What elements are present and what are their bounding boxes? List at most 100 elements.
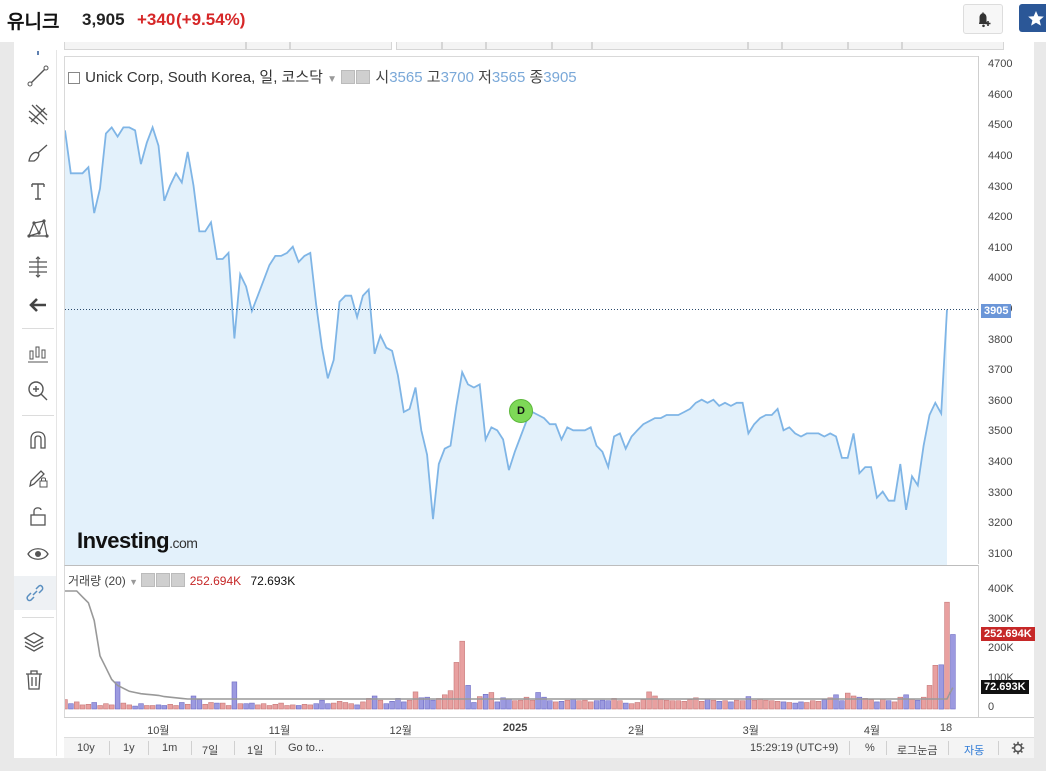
range-1m-button[interactable]: 1m xyxy=(162,742,177,754)
volume-bar xyxy=(552,701,559,710)
volume-bar xyxy=(395,698,401,710)
trend-line-icon xyxy=(27,65,49,87)
chevron-down-icon[interactable]: ▼ xyxy=(327,74,337,85)
cursor-tool[interactable] xyxy=(26,44,50,55)
range-1y-button[interactable]: 1y xyxy=(123,742,135,754)
volume-bar xyxy=(833,694,839,710)
price-tick-label: 4400 xyxy=(988,149,1013,162)
link-tool[interactable] xyxy=(14,576,56,610)
magnet-tool[interactable] xyxy=(26,428,50,452)
favorite-button[interactable] xyxy=(1019,4,1046,32)
visibility-toggle-icon[interactable] xyxy=(141,573,156,587)
collapse-legend-icon[interactable] xyxy=(68,72,80,84)
back-tool[interactable] xyxy=(26,293,50,317)
volume-bar xyxy=(915,699,921,710)
volume-bar xyxy=(763,699,769,710)
header: 유니크 3,905 +340 (+9.54%) xyxy=(0,0,1046,40)
volume-bar xyxy=(325,703,331,710)
volume-ma-line xyxy=(65,590,954,700)
text-tool[interactable] xyxy=(26,179,50,203)
delete-tool[interactable] xyxy=(22,668,46,692)
volume-bar xyxy=(453,662,460,710)
high-label: 고 xyxy=(426,69,441,86)
volume-bar xyxy=(640,699,647,710)
volume-bar xyxy=(214,702,220,710)
text-icon xyxy=(31,183,45,200)
volume-bar xyxy=(441,694,448,710)
settings-gear-icon[interactable] xyxy=(356,70,371,84)
volume-bar xyxy=(366,698,372,710)
volume-bar xyxy=(185,704,191,710)
log-scale-button[interactable]: 로그눈금 xyxy=(897,742,937,758)
layers-tool[interactable] xyxy=(22,630,46,654)
date-axis[interactable]: 10월 11월 12월 2025 2월 3월 4월 18 xyxy=(64,717,1034,738)
lock-tool[interactable] xyxy=(26,504,50,528)
toolbar-divider xyxy=(22,328,54,329)
volume-bar xyxy=(739,700,746,710)
visibility-toggle-icon[interactable] xyxy=(341,70,356,84)
volume-bar xyxy=(815,701,822,710)
price-change: +340 xyxy=(137,10,176,29)
volume-bar xyxy=(669,700,676,710)
volume-bar xyxy=(798,701,804,710)
volume-bar xyxy=(950,634,956,710)
bottom-bar: 10y 1y 1m 7일 1일 Go to... 15:29:19 (UTC+9… xyxy=(64,737,1034,758)
zoom-tool[interactable] xyxy=(26,379,50,403)
volume-bar xyxy=(202,704,208,710)
volume-bar xyxy=(786,702,793,710)
volume-bar xyxy=(132,705,138,710)
volume-bar xyxy=(436,698,442,710)
price-chart-pane[interactable] xyxy=(64,56,979,566)
fib-tool[interactable] xyxy=(26,102,50,126)
trend-line-tool[interactable] xyxy=(26,64,50,88)
volume-bar xyxy=(605,700,611,710)
add-alert-icon xyxy=(979,12,991,28)
price-tick-label: 3700 xyxy=(988,364,1013,377)
volume-bar xyxy=(517,699,524,710)
auto-scale-button[interactable]: 자동 xyxy=(964,742,984,758)
pencil-lock-tool[interactable] xyxy=(26,466,50,490)
range-7d-button[interactable]: 7일 xyxy=(202,742,218,758)
low-value: 3565 xyxy=(491,69,526,86)
divider xyxy=(148,741,149,755)
clock-time: 15:29:19 (UTC+9) xyxy=(750,742,839,754)
divider xyxy=(948,741,949,755)
goto-button[interactable]: Go to... xyxy=(288,742,324,754)
measure-tool[interactable] xyxy=(26,255,50,279)
brush-tool[interactable] xyxy=(26,141,50,165)
date-tick-label: 4월 xyxy=(863,725,881,737)
volume-bar xyxy=(488,692,495,710)
volume-bar xyxy=(266,705,273,710)
settings-gear-icon[interactable] xyxy=(156,573,171,587)
volume-bar xyxy=(821,699,828,710)
volume-bar xyxy=(97,705,103,710)
range-10y-button[interactable]: 10y xyxy=(77,742,95,754)
price-tick-label: 3400 xyxy=(988,456,1013,468)
add-alert-button[interactable] xyxy=(963,4,1003,34)
volume-bar xyxy=(681,701,687,710)
volume-bar xyxy=(687,699,693,710)
percent-scale-button[interactable]: % xyxy=(865,742,875,754)
range-1d-button[interactable]: 1일 xyxy=(247,742,263,758)
volume-axis[interactable]: 0 100K 200K 300K 400K xyxy=(978,565,1035,717)
volume-bar xyxy=(354,704,360,710)
price-tick-label: 4700 xyxy=(988,58,1013,71)
volume-bar xyxy=(149,705,156,710)
volume-bar xyxy=(804,702,810,710)
price-tick-label: 4200 xyxy=(988,211,1013,224)
close-icon[interactable] xyxy=(171,573,186,587)
volume-bar xyxy=(471,702,477,710)
dividend-marker[interactable]: D xyxy=(509,399,533,423)
visibility-tool[interactable] xyxy=(26,542,50,566)
price-area xyxy=(65,127,947,566)
volume-bar xyxy=(698,701,705,710)
pattern-tool[interactable] xyxy=(26,217,50,241)
gear-icon[interactable] xyxy=(1011,741,1025,755)
volume-bar xyxy=(348,703,354,710)
volume-bar xyxy=(173,705,179,710)
indicators-tool[interactable] xyxy=(26,342,50,366)
chevron-down-icon[interactable]: ▼ xyxy=(129,577,138,587)
volume-bar xyxy=(196,699,203,710)
volume-bar xyxy=(599,699,606,710)
volume-bar xyxy=(68,703,74,710)
